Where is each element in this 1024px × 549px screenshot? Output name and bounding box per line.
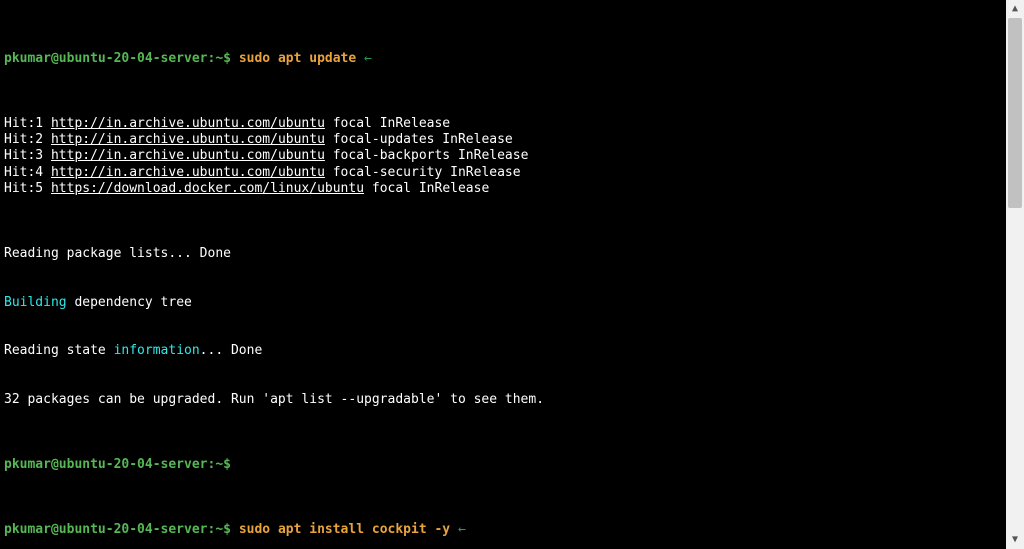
command-text: sudo apt update [239,51,356,66]
output-text: Hit:2 http://in.archive.ubuntu.com/ubunt… [4,132,1002,148]
output-text: Hit:3 http://in.archive.ubuntu.com/ubunt… [4,148,1002,164]
arrow-left-icon: ← [356,51,372,66]
prompt-line-3: pkumar@ubuntu-20-04-server:~$ sudo apt i… [4,522,1002,538]
highlight-text: information [114,343,200,358]
shell-prompt: pkumar@ubuntu-20-04-server:~$ [4,51,239,66]
shell-prompt: pkumar@ubuntu-20-04-server:~$ [4,457,239,472]
repo-url: http://in.archive.ubuntu.com/ubuntu [51,116,325,131]
output-text: Reading package lists... Done [4,246,1002,262]
repo-url: http://in.archive.ubuntu.com/ubuntu [51,132,325,147]
repo-url: http://in.archive.ubuntu.com/ubuntu [51,148,325,163]
command-text: sudo apt install cockpit -y [239,522,450,537]
output-text: Building dependency tree [4,295,1002,311]
output-text: Hit:5 https://download.docker.com/linux/… [4,181,1002,197]
repo-url: http://in.archive.ubuntu.com/ubuntu [51,165,325,180]
output-text: 32 packages can be upgraded. Run 'apt li… [4,392,1002,408]
scrollbar-thumb[interactable] [1008,18,1022,208]
scrollbar-vertical[interactable]: ▲ ▼ [1006,0,1024,549]
output-text: Hit:4 http://in.archive.ubuntu.com/ubunt… [4,165,1002,181]
terminal-output[interactable]: pkumar@ubuntu-20-04-server:~$ sudo apt u… [0,0,1006,549]
output-text: Reading state information... Done [4,343,1002,359]
output-text: Hit:1 http://in.archive.ubuntu.com/ubunt… [4,116,1002,132]
terminal-window: pkumar@ubuntu-20-04-server:~$ sudo apt u… [0,0,1024,549]
prompt-line-2: pkumar@ubuntu-20-04-server:~$ [4,457,1002,473]
scroll-up-button[interactable]: ▲ [1006,0,1024,18]
repo-url: https://download.docker.com/linux/ubuntu [51,181,364,196]
prompt-line-1: pkumar@ubuntu-20-04-server:~$ sudo apt u… [4,51,1002,67]
shell-prompt: pkumar@ubuntu-20-04-server:~$ [4,522,239,537]
arrow-left-icon: ← [450,522,466,537]
highlight-text: Building [4,295,67,310]
scroll-down-button[interactable]: ▼ [1006,531,1024,549]
